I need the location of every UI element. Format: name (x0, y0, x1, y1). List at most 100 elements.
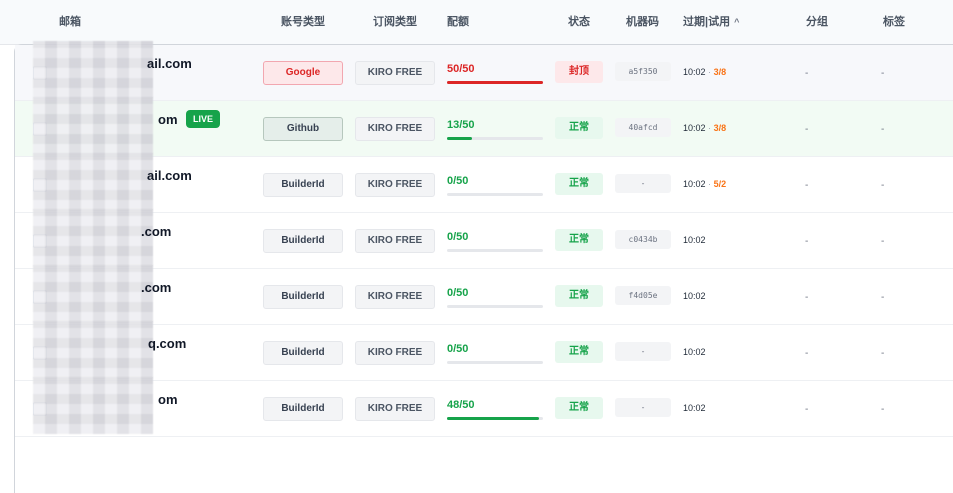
machine-code[interactable]: - (615, 342, 671, 361)
redacted-email (33, 97, 153, 154)
email-text[interactable]: om (158, 392, 178, 407)
accounts-table: 邮箱 账号类型 订阅类型 配额 状态 机器码 过期|试用 ^ 分组 标签 ail.… (0, 0, 953, 493)
quota: 0/50 (447, 175, 543, 196)
machine-code[interactable]: c0434b (615, 230, 671, 249)
quota-bar (447, 361, 543, 364)
quota: 0/50 (447, 287, 543, 308)
quota-text: 0/50 (447, 175, 469, 187)
machine-code[interactable]: - (615, 174, 671, 193)
header-expiry-label: 过期|试用 (683, 16, 731, 28)
quota-text: 0/50 (447, 343, 469, 355)
header-machine[interactable]: 机器码 (626, 0, 659, 44)
expiry-cell: 10:02 · 5/2 (683, 179, 726, 189)
status-badge: 正常 (555, 341, 603, 363)
quota: 13/50 (447, 119, 543, 140)
header-email[interactable]: 邮箱 (59, 0, 81, 44)
header-expiry[interactable]: 过期|试用 ^ (683, 0, 739, 44)
table-header: 邮箱 账号类型 订阅类型 配额 状态 机器码 过期|试用 ^ 分组 标签 (0, 0, 953, 45)
table-row[interactable]: q.com BuilderId KIRO FREE 0/50 正常 - 10:0… (15, 321, 953, 381)
expiry-time: 10:02 (683, 347, 706, 357)
quota-bar (447, 417, 543, 420)
machine-code[interactable]: f4d05e (615, 286, 671, 305)
trial-count: 3/8 (713, 123, 727, 133)
machine-code[interactable]: - (615, 398, 671, 417)
quota-text: 13/50 (447, 119, 475, 131)
redacted-email (33, 153, 153, 210)
group-cell: - (805, 180, 809, 191)
quota-bar (447, 137, 543, 140)
machine-code[interactable]: 40afcd (615, 118, 671, 137)
status-badge: 正常 (555, 173, 603, 195)
subscription-chip: KIRO FREE (355, 341, 435, 365)
table-row[interactable]: .com BuilderId KIRO FREE 0/50 正常 f4d05e … (15, 265, 953, 325)
account-type-chip: BuilderId (263, 397, 343, 421)
group-cell: - (805, 68, 809, 79)
tag-cell: - (881, 124, 885, 135)
expiry-cell: 10:02 · 3/8 (683, 123, 726, 133)
quota-bar-fill (447, 137, 472, 140)
status-badge: 正常 (555, 285, 603, 307)
header-sub-type[interactable]: 订阅类型 (373, 0, 417, 44)
status-badge: 正常 (555, 117, 603, 139)
table-row[interactable]: ail.com BuilderId KIRO FREE 0/50 正常 - 10… (15, 153, 953, 213)
email-text[interactable]: om (158, 112, 178, 127)
subscription-chip: KIRO FREE (355, 229, 435, 253)
quota-bar (447, 249, 543, 252)
tag-cell: - (881, 180, 885, 191)
redacted-email (33, 209, 153, 266)
quota-bar (447, 193, 543, 196)
quota: 0/50 (447, 343, 543, 364)
quota-bar (447, 81, 543, 84)
email-text[interactable]: ail.com (147, 56, 192, 71)
table-row[interactable]: .com BuilderId KIRO FREE 0/50 正常 c0434b … (15, 209, 953, 269)
group-cell: - (805, 292, 809, 303)
header-group[interactable]: 分组 (806, 0, 828, 44)
table-row[interactable]: om BuilderId KIRO FREE 48/50 正常 - 10:02 … (15, 377, 953, 437)
header-quota[interactable]: 配额 (447, 0, 469, 44)
quota-text: 50/50 (447, 63, 475, 75)
header-account-type[interactable]: 账号类型 (281, 0, 325, 44)
quota: 50/50 (447, 63, 543, 84)
account-type-chip: BuilderId (263, 173, 343, 197)
expiry-cell: 10:02 · 3/8 (683, 67, 726, 77)
header-tags[interactable]: 标签 (883, 0, 905, 44)
tag-cell: - (881, 404, 885, 415)
quota-bar-fill (447, 81, 543, 84)
sort-ascending-icon[interactable]: ^ (734, 0, 739, 44)
tag-cell: - (881, 348, 885, 359)
quota-text: 0/50 (447, 231, 469, 243)
account-type-chip: BuilderId (263, 341, 343, 365)
expiry-time: 10:02 (683, 67, 706, 77)
email-text[interactable]: ail.com (147, 168, 192, 183)
email-text[interactable]: q.com (148, 336, 186, 351)
email-text[interactable]: .com (141, 224, 171, 239)
redacted-email (33, 377, 153, 434)
group-cell: - (805, 404, 809, 415)
expiry-time: 10:02 (683, 235, 706, 245)
group-cell: - (805, 124, 809, 135)
quota: 0/50 (447, 231, 543, 252)
expiry-time: 10:02 (683, 123, 706, 133)
table-row[interactable]: om LIVE Github KIRO FREE 13/50 正常 40afcd… (15, 97, 953, 157)
quota-text: 48/50 (447, 399, 475, 411)
account-type-chip: BuilderId (263, 229, 343, 253)
subscription-chip: KIRO FREE (355, 285, 435, 309)
subscription-chip: KIRO FREE (355, 61, 435, 85)
expiry-cell: 10:02 (683, 291, 706, 301)
account-type-chip: Google (263, 61, 343, 85)
quota: 48/50 (447, 399, 543, 420)
tag-cell: - (881, 68, 885, 79)
redacted-email (33, 321, 153, 378)
group-cell: - (805, 348, 809, 359)
expiry-cell: 10:02 (683, 347, 706, 357)
account-type-chip: Github (263, 117, 343, 141)
status-badge: 正常 (555, 229, 603, 251)
machine-code[interactable]: a5f350 (615, 62, 671, 81)
expiry-separator: · (708, 67, 712, 77)
email-text[interactable]: .com (141, 280, 171, 295)
quota-text: 0/50 (447, 287, 469, 299)
expiry-time: 10:02 (683, 403, 706, 413)
header-status[interactable]: 状态 (568, 0, 590, 44)
table-row[interactable]: ail.com Google KIRO FREE 50/50 封顶 a5f350… (15, 41, 953, 101)
status-badge: 正常 (555, 397, 603, 419)
